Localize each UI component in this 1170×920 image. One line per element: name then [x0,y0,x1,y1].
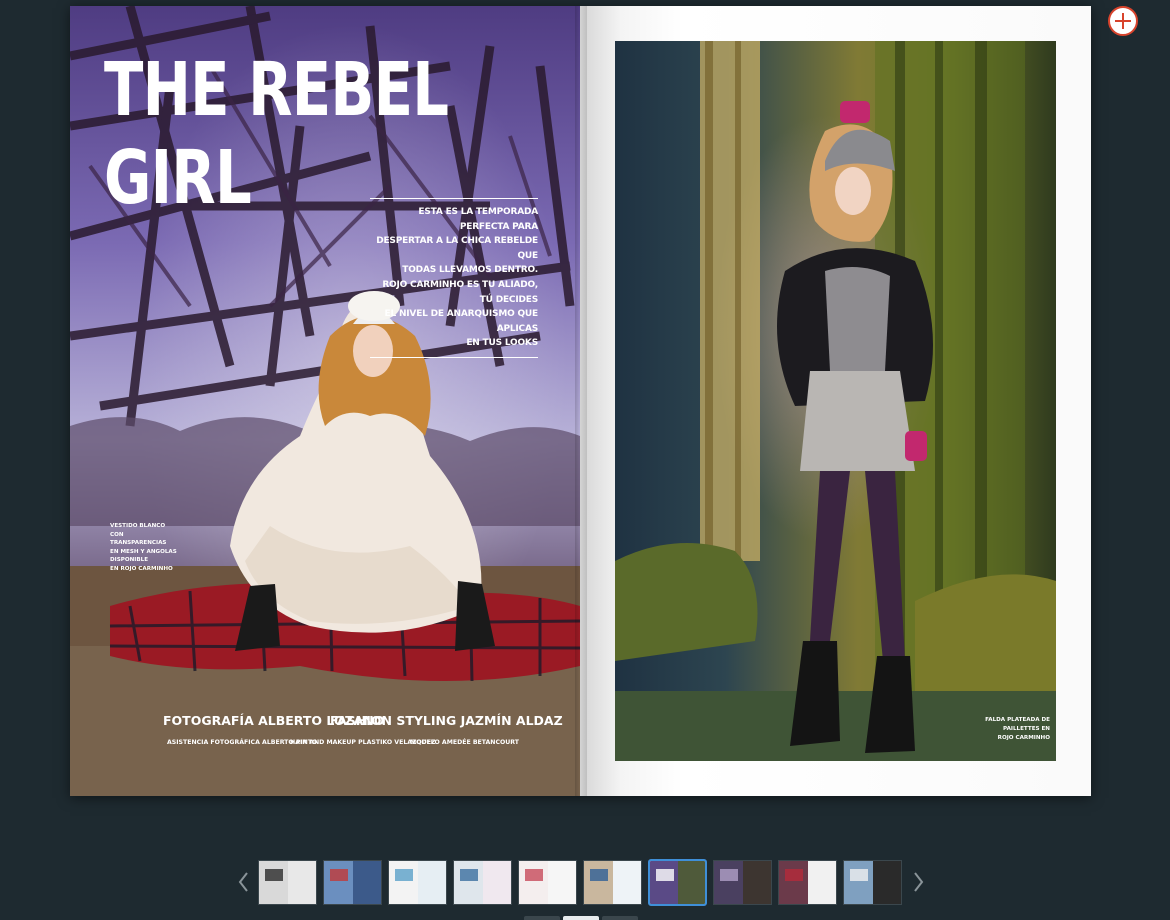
chevron-left-icon [238,872,248,892]
thumbnail-right-page [612,861,641,904]
thumbnail-left-page [519,861,548,904]
credit-model: MODELO AMEDÉE BETANCOURT [410,739,520,746]
thumbnail-accent [720,869,738,881]
thumbnail-accent [460,869,478,881]
caption-line: VESTIDO BLANCO CON [110,523,166,538]
thumbnail-left-page [714,861,743,904]
thumbnail-accent [330,869,348,881]
intro-line: ROJO CARMINHO ES TU ALIADO, TÚ DECIDES [382,279,538,305]
thumbnail-accent [395,869,413,881]
prev-thumbnails-button[interactable] [236,870,252,894]
caption-line: TRANSPARENCIAS [110,540,167,547]
page-thumbnail[interactable] [323,860,382,905]
page-spread[interactable]: THE REBEL GIRL ESTA ES LA TEMPORADA PERF… [70,6,1091,796]
right-photo: FALDA PLATEADA DE PAILLETTES EN ROJO CAR… [615,41,1056,761]
thumbnail-left-page [324,861,353,904]
page-thumbnail[interactable] [713,860,772,905]
page-indicator[interactable] [524,916,560,920]
thumbnail-left-page [389,861,418,904]
zoom-in-plus-icon [1108,6,1138,36]
thumbnail-accent [265,869,283,881]
next-thumbnails-button[interactable] [910,870,926,894]
thumbnail-right-page [482,861,511,904]
thumbnail-right-page [417,861,446,904]
thumbnail-strip [258,859,903,906]
title-line-1: THE REBEL [104,47,449,133]
page-thumbnail[interactable] [388,860,447,905]
page-thumbnail[interactable] [778,860,837,905]
thumbnail-right-page [807,861,836,904]
thumbnail-accent [850,869,868,881]
zoom-in-button[interactable] [1107,5,1139,37]
right-page[interactable]: FALDA PLATEADA DE PAILLETTES EN ROJO CAR… [580,6,1091,796]
page-thumbnail[interactable] [258,860,317,905]
caption-line: FALDA PLATEADA DE PAILLETTES EN [985,717,1050,732]
page-thumbnail[interactable] [453,860,512,905]
page-thumbnail[interactable] [518,860,577,905]
thumbnail-right-page [547,861,576,904]
right-caption: FALDA PLATEADA DE PAILLETTES EN ROJO CAR… [955,716,1050,743]
thumbnail-left-page [454,861,483,904]
thumbnail-left-page [650,861,678,904]
thumbnail-right-page [287,861,316,904]
intro-line: ESTA ES LA TEMPORADA PERFECTA PARA [418,207,538,232]
caption-line: EN MESH Y ANGOLAS [110,548,177,555]
caption-line: DISPONIBLE [110,557,149,564]
chevron-right-icon [914,872,924,892]
left-caption: VESTIDO BLANCO CON TRANSPARENCIAS EN MES… [110,522,180,574]
thumbnail-accent [785,869,803,881]
page-indicator[interactable] [602,916,638,920]
thumbnail-right-page [677,861,705,904]
thumbnail-accent [656,869,674,881]
left-page[interactable]: THE REBEL GIRL ESTA ES LA TEMPORADA PERF… [70,6,580,796]
page-thumbnail[interactable] [648,859,707,906]
article-title: THE REBEL GIRL [104,46,449,222]
intro-line: TODAS LLEVAMOS DENTRO. [402,265,538,276]
thumbnail-accent [525,869,543,881]
thumbnail-right-page [742,861,771,904]
right-photo-art [615,41,1056,761]
caption-line: EN ROJO CARMINHO [110,565,173,572]
intro-line: DESPERTAR A LA CHICA REBELDE QUE [376,236,538,261]
thumbnail-left-page [259,861,288,904]
credit-styling: FASHION STYLING JAZMÍN ALDAZ [330,713,563,728]
magazine-viewer: THE REBEL GIRL ESTA ES LA TEMPORADA PERF… [0,0,1170,920]
page-thumbnail[interactable] [843,860,902,905]
thumbnail-left-page [779,861,808,904]
thumbnail-right-page [872,861,901,904]
intro-text: ESTA ES LA TEMPORADA PERFECTA PARA DESPE… [370,198,538,358]
intro-line: EN TUS LOOKS [466,338,538,349]
page-indicator-active[interactable] [563,916,599,920]
intro-line: EL NIVEL DE ANARQUISMO QUE APLICAS [384,309,539,334]
page-thumbnail[interactable] [583,860,642,905]
thumbnail-left-page [584,861,613,904]
caption-line: ROJO CARMINHO [997,735,1050,741]
thumbnail-left-page [844,861,873,904]
page-spine [575,6,587,796]
thumbnail-accent [590,869,608,881]
thumbnail-right-page [352,861,381,904]
